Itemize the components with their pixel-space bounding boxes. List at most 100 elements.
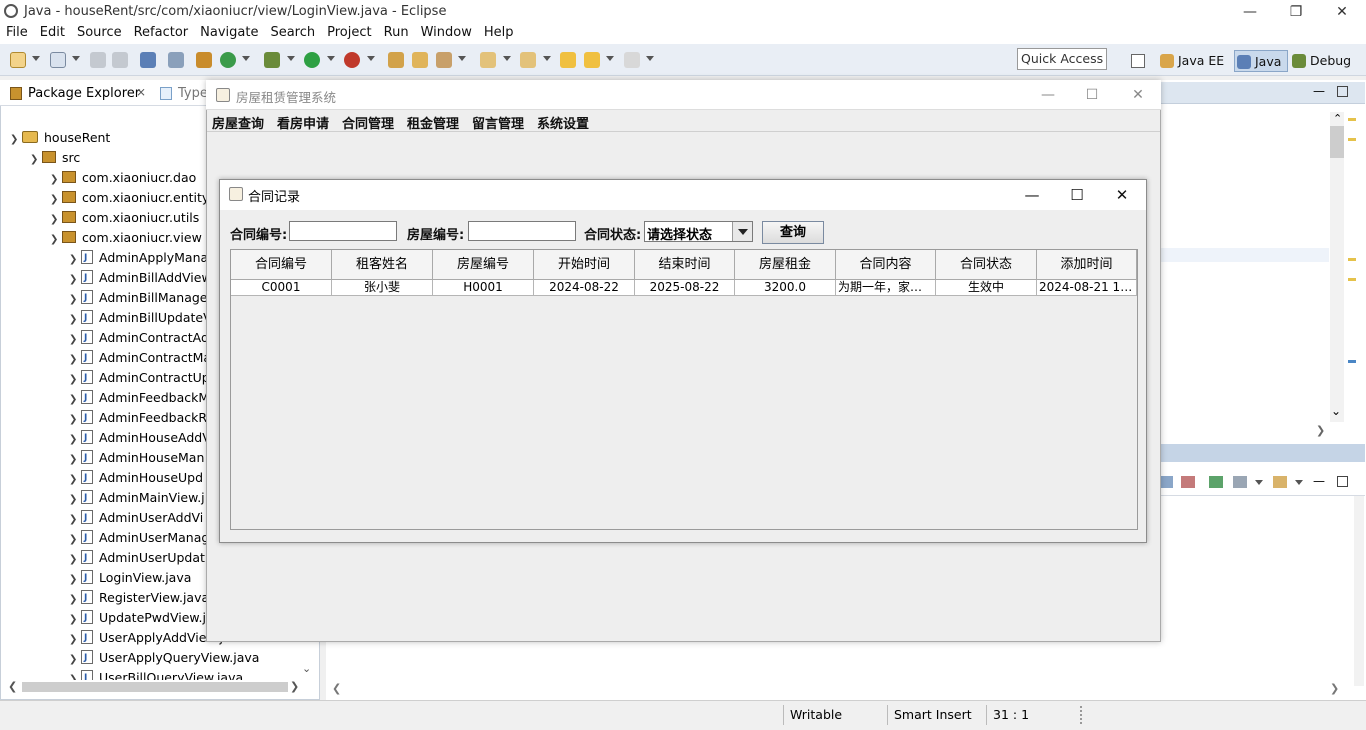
overview-marker[interactable] (1348, 138, 1356, 141)
chevron-right-icon[interactable]: ❯ (69, 490, 81, 510)
edit-dropdown-icon[interactable] (458, 56, 466, 61)
chevron-right-icon[interactable]: ❯ (69, 370, 81, 390)
tree-file[interactable]: ❯ AdminBillUpdateV (69, 308, 212, 328)
overview-marker[interactable] (1348, 360, 1356, 363)
scroll-down-icon[interactable]: ⌄ (302, 662, 311, 675)
chevron-right-icon[interactable]: ❯ (69, 530, 81, 550)
display-console-icon[interactable] (1233, 476, 1247, 488)
menu-system-settings[interactable]: 系统设置 (537, 113, 589, 132)
chevron-right-icon[interactable]: ❯ (69, 470, 81, 490)
maximize-icon[interactable]: ☐ (1072, 84, 1112, 106)
table-cell[interactable]: 2025-08-22 (635, 280, 735, 296)
tree-src-folder[interactable]: ❯ src (30, 148, 80, 168)
scroll-thumb[interactable] (22, 682, 288, 692)
minimize-icon[interactable]: — (1028, 84, 1068, 106)
contract-no-input[interactable] (289, 221, 397, 241)
back-dropdown-icon[interactable] (606, 56, 614, 61)
chevron-down-icon[interactable]: ❯ (50, 230, 62, 250)
perspective-java[interactable]: Java (1234, 50, 1288, 72)
open-type-icon[interactable] (388, 52, 404, 68)
house-no-input[interactable] (468, 221, 576, 241)
menu-house-query[interactable]: 房屋查询 (212, 113, 264, 132)
minimize-icon[interactable]: — (1010, 184, 1054, 206)
tree-file[interactable]: ❯ AdminBillManage (69, 288, 207, 308)
close-icon[interactable]: ✕ (1100, 184, 1144, 206)
chevron-right-icon[interactable]: ❯ (50, 170, 62, 190)
external-tools-dropdown-icon[interactable] (367, 56, 375, 61)
chevron-right-icon[interactable]: ❯ (69, 510, 81, 530)
tree-file[interactable]: ❯ AdminUserManag (69, 528, 209, 548)
column-header[interactable]: 租客姓名 (332, 250, 433, 280)
chevron-right-icon[interactable]: ❯ (69, 570, 81, 590)
chevron-down-icon[interactable] (1255, 480, 1263, 485)
next-annotation-dropdown-icon[interactable] (503, 56, 511, 61)
tree-file[interactable]: ❯ AdminUserAddVi (69, 508, 203, 528)
tree-package[interactable]: ❯ com.xiaoniucr.dao (50, 168, 196, 188)
column-header[interactable]: 合同编号 (231, 250, 332, 280)
tree-file[interactable]: ❯ AdminFeedbackR (69, 408, 207, 428)
chevron-right-icon[interactable]: ❯ (69, 650, 81, 670)
menu-navigate[interactable]: Navigate (194, 24, 264, 42)
next-annotation-icon[interactable] (480, 52, 496, 68)
explorer-horizontal-scrollbar[interactable]: ❮ ❯ (8, 680, 299, 694)
new-package-icon[interactable] (50, 52, 66, 68)
tree-file[interactable]: ❯ RegisterView.java (69, 588, 209, 608)
scroll-right-icon[interactable]: ❯ (290, 680, 299, 693)
tree-file[interactable]: ❯ AdminHouseMan (69, 448, 204, 468)
table-cell[interactable]: 为期一年，家电... (836, 280, 936, 296)
new-icon[interactable] (10, 52, 26, 68)
chevron-right-icon[interactable]: ❯ (50, 210, 62, 230)
close-icon[interactable]: ✕ (1118, 84, 1158, 106)
tree-file[interactable]: ❯ UserApplyQueryView.java (69, 648, 259, 668)
column-header[interactable]: 合同内容 (836, 250, 936, 280)
chevron-right-icon[interactable]: ❯ (69, 330, 81, 350)
tree-package[interactable]: ❯ com.xiaoniucr.view (50, 228, 202, 248)
save-icon[interactable] (90, 52, 106, 68)
maximize-view-icon[interactable] (1337, 476, 1348, 487)
console-icon[interactable] (140, 52, 156, 68)
tree-package[interactable]: ❯ com.xiaoniucr.utils (50, 208, 199, 228)
chevron-down-icon[interactable] (1295, 480, 1303, 485)
tree-file[interactable]: ❯ AdminContractAd (69, 328, 209, 348)
table-cell[interactable]: 2024-08-22 (534, 280, 635, 296)
perspective-java-ee[interactable]: Java EE (1158, 50, 1232, 72)
scroll-left-icon[interactable]: ❮ (8, 680, 17, 693)
chevron-right-icon[interactable]: ❯ (69, 250, 81, 270)
menu-contract-management[interactable]: 合同管理 (342, 113, 394, 132)
remove-launch-icon[interactable] (1181, 476, 1195, 488)
tree-file[interactable]: ❯ AdminHouseUpd (69, 468, 203, 488)
back-icon[interactable] (584, 52, 600, 68)
forward-dropdown-icon[interactable] (646, 56, 654, 61)
menu-help[interactable]: Help (478, 24, 520, 42)
run-icon[interactable] (304, 52, 320, 68)
refresh-dropdown-icon[interactable] (242, 56, 250, 61)
tree-project-houserent[interactable]: ❯ houseRent (10, 128, 110, 148)
overview-marker[interactable] (1348, 258, 1356, 261)
menu-window[interactable]: Window (415, 24, 478, 42)
scroll-right-icon[interactable]: ❯ (1316, 424, 1325, 437)
menu-project[interactable]: Project (321, 24, 377, 42)
table-cell[interactable]: C0001 (231, 280, 332, 296)
table-row[interactable]: C0001 张小斐 H0001 2024-08-22 2025-08-22 32… (231, 280, 1137, 296)
table-cell[interactable]: 2024-08-21 15:... (1037, 280, 1137, 296)
contract-status-select[interactable]: 请选择状态 (644, 221, 753, 243)
console-vertical-scrollbar[interactable] (1354, 496, 1364, 686)
type-hierarchy-tab[interactable]: Type (178, 86, 208, 101)
quick-access-input[interactable]: Quick Access (1017, 48, 1107, 70)
debug-dropdown-icon[interactable] (287, 56, 295, 61)
tree-file[interactable]: ❯ AdminBillAddView (69, 268, 212, 288)
minimize-view-icon[interactable]: — (1313, 474, 1325, 488)
menu-refactor[interactable]: Refactor (128, 24, 195, 42)
external-tools-icon[interactable] (344, 52, 360, 68)
chevron-right-icon[interactable]: ❯ (69, 670, 81, 680)
chevron-right-icon[interactable]: ❯ (69, 410, 81, 430)
last-edit-icon[interactable] (560, 52, 576, 68)
prev-annotation-dropdown-icon[interactable] (543, 56, 551, 61)
tree-file[interactable]: ❯ AdminContractUp (69, 368, 210, 388)
column-header[interactable]: 添加时间 (1037, 250, 1137, 280)
overview-marker[interactable] (1348, 278, 1356, 281)
view-menu-icon[interactable] (1161, 476, 1173, 488)
new-dropdown-icon[interactable] (32, 56, 40, 61)
chevron-right-icon[interactable]: ❯ (69, 290, 81, 310)
forward-icon[interactable] (624, 52, 640, 68)
